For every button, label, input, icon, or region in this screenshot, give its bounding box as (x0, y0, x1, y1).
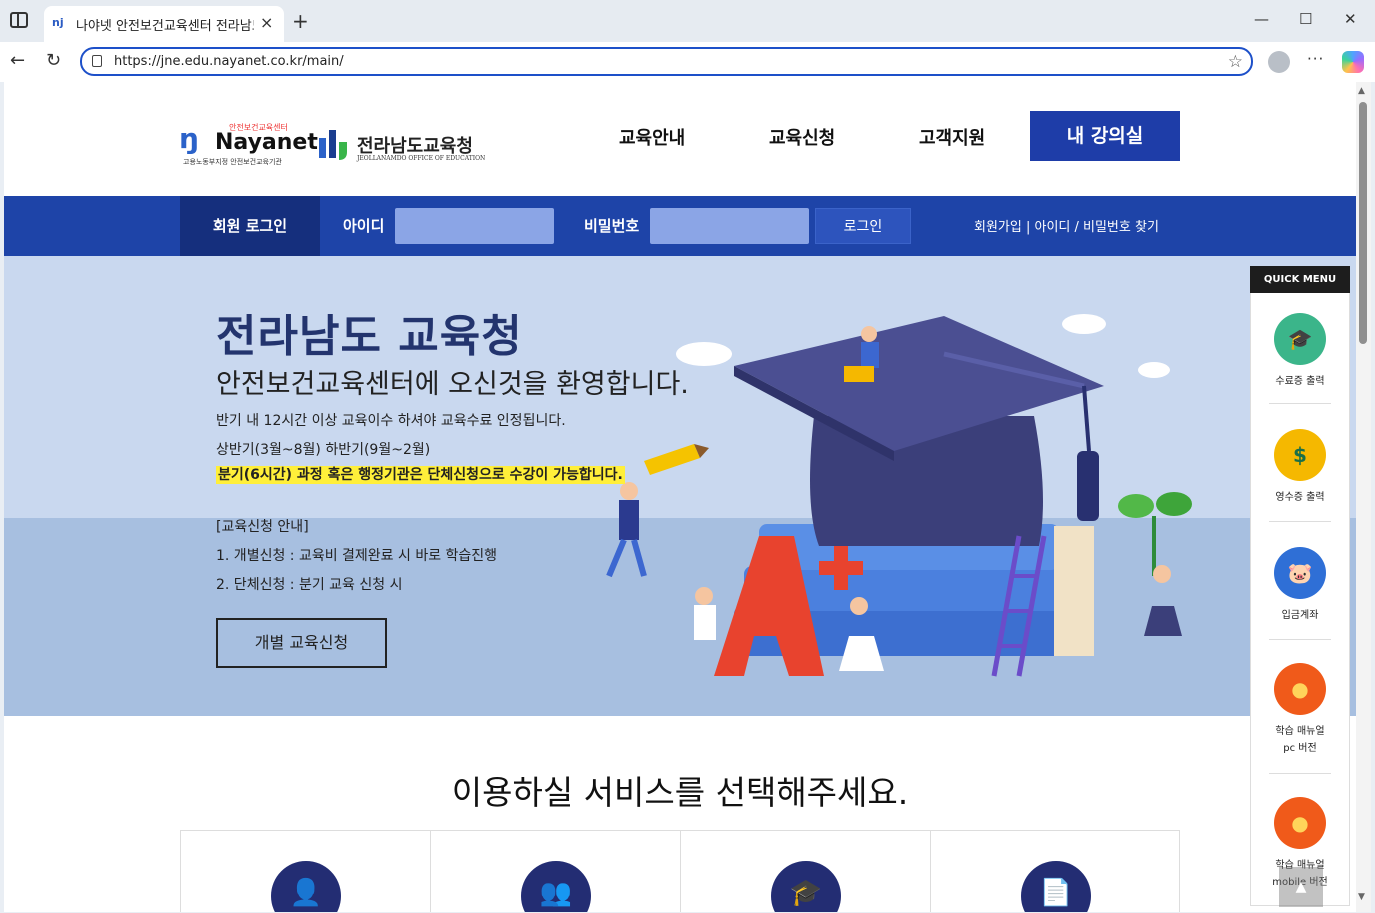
quick-certificate[interactable]: 🎓 수료증 출력 (1251, 313, 1349, 390)
address-bar-row: ← ↻ https://jne.edu.nayanet.co.kr/main/ … (0, 42, 1375, 82)
profile-icon[interactable] (1268, 51, 1290, 73)
site-header: ŋ 안전보건교육센터 Nayanet 고용노동부지정 안전보건교육기관 전라남도… (4, 82, 1356, 196)
minimize-icon[interactable]: — (1254, 10, 1269, 28)
hero-notice-2: 상반기(3월~8월) 하반기(9월~2월) (216, 442, 431, 458)
member-login-tab[interactable]: 회원 로그인 (180, 196, 320, 256)
logo-caption: 고용노동부지정 안전보건교육기관 (183, 158, 282, 166)
tab-title: 나야넷 안전보건교육센터 전라남도 (76, 19, 254, 34)
nav-education-info[interactable]: 교육안내 (619, 124, 685, 150)
quick-separator (1269, 521, 1331, 522)
favicon-icon: nj (52, 16, 64, 29)
quick-manual-pc-label: 학습 매뉴얼 pc 버전 (1275, 726, 1325, 754)
service-section-title: 이용하실 서비스를 선택해주세요. (451, 773, 909, 812)
password-label: 비밀번호 (584, 217, 640, 235)
quick-separator (1269, 403, 1331, 404)
individual-apply-button[interactable]: 개별 교육신청 (216, 618, 387, 668)
nav-education-apply[interactable]: 교육신청 (769, 124, 835, 150)
hero-notice-1: 반기 내 12시간 이상 교육이수 하셔야 교육수료 인정됩니다. (216, 413, 566, 429)
join-find-links[interactable]: 회원가입 | 아이디 / 비밀번호 찾기 (974, 216, 1159, 235)
quick-receipt[interactable]: $ 영수증 출력 (1251, 429, 1349, 506)
quick-account[interactable]: 🐷 입금계좌 (1251, 547, 1349, 624)
service-card-document[interactable]: 📄 (931, 831, 1181, 912)
refresh-icon[interactable]: ↻ (46, 50, 61, 71)
nayanet-logo-mark-icon: ŋ (179, 122, 199, 155)
new-tab-icon[interactable]: + (292, 9, 309, 33)
guide-item-2: 2. 단체신청 : 분기 교육 신청 시 (216, 577, 403, 593)
quick-separator (1269, 773, 1331, 774)
hero-title: 전라남도 교육청 (216, 311, 523, 362)
browser-tabbar: nj 나야넷 안전보건교육센터 전라남도 × + — ☐ ✕ (0, 0, 1375, 42)
scroll-down-icon[interactable]: ▼ (1358, 892, 1365, 902)
chat-bubble-icon: ● (1274, 797, 1326, 849)
scroll-thumb[interactable] (1359, 102, 1367, 344)
page-scrollbar[interactable]: ▲ ▼ (1356, 82, 1371, 912)
service-cards: 👤 👥 🎓 📄 (180, 830, 1180, 912)
login-button[interactable]: 로그인 (815, 208, 911, 244)
quick-menu: QUICK MENU 🎓 수료증 출력 $ 영수증 출력 🐷 입금계좌 ● 학습… (1250, 266, 1350, 907)
hero-highlight: 분기(6시간) 과정 혹은 행정기관은 단체신청으로 수강이 가능합니다. (216, 466, 625, 484)
guide-item-1: 1. 개별신청 : 교육비 결제완료 시 바로 학습진행 (216, 548, 498, 564)
login-bar: 회원 로그인 아이디 비밀번호 로그인 회원가입 | 아이디 / 비밀번호 찾기 (4, 196, 1356, 256)
my-lecture-room-button[interactable]: 내 강의실 (1030, 111, 1180, 161)
nayanet-logo[interactable]: ŋ 안전보건교육센터 Nayanet 고용노동부지정 안전보건교육기관 (179, 110, 318, 170)
scroll-up-icon[interactable]: ▲ (1358, 86, 1365, 96)
scroll-top-button[interactable]: ▲ (1279, 867, 1323, 907)
service-card-education[interactable]: 🎓 (681, 831, 931, 912)
graduation-cap-icon: 🎓 (771, 861, 841, 912)
jne-logo[interactable]: 전라남도교육청 JEOLLANAMDO OFFICE OF EDUCATION (317, 126, 485, 166)
service-card-group[interactable]: 👥 (431, 831, 681, 912)
page-viewport: ŋ 안전보건교육센터 Nayanet 고용노동부지정 안전보건교육기관 전라남도… (4, 82, 1356, 912)
nav-customer-support[interactable]: 고객지원 (919, 124, 985, 150)
chat-bubble-icon: ● (1274, 663, 1326, 715)
maximize-icon[interactable]: ☐ (1299, 10, 1312, 28)
jne-english-name: JEOLLANAMDO OFFICE OF EDUCATION (357, 155, 486, 162)
url-text[interactable]: https://jne.edu.nayanet.co.kr/main/ (114, 54, 344, 69)
person-icon: 👤 (271, 861, 341, 912)
quick-separator (1269, 639, 1331, 640)
hero-banner: 전라남도 교육청 안전보건교육센터에 오신것을 환영합니다. 반기 내 12시간… (4, 256, 1356, 716)
quick-menu-title: QUICK MENU (1250, 266, 1350, 293)
piggy-bank-icon: 🐷 (1274, 547, 1326, 599)
copilot-icon[interactable] (1342, 51, 1364, 73)
receipt-icon: $ (1274, 429, 1326, 481)
window-close-icon[interactable]: ✕ (1344, 10, 1357, 28)
document-icon: 📄 (1021, 861, 1091, 912)
back-icon[interactable]: ← (10, 50, 25, 71)
address-bar[interactable]: https://jne.edu.nayanet.co.kr/main/ ☆ (80, 47, 1253, 76)
quick-account-label: 입금계좌 (1281, 610, 1319, 621)
close-tab-icon[interactable]: × (260, 13, 273, 32)
password-input[interactable] (650, 208, 809, 244)
guide-title: [교육신청 안내] (216, 519, 309, 535)
education-illustration (606, 314, 1192, 677)
hero-subtitle: 안전보건교육센터에 오신것을 환영합니다. (216, 369, 689, 400)
quick-manual-pc[interactable]: ● 학습 매뉴얼 pc 버전 (1251, 663, 1349, 757)
group-icon: 👥 (521, 861, 591, 912)
favorite-star-icon[interactable]: ☆ (1228, 52, 1243, 72)
browser-tab[interactable]: nj 나야넷 안전보건교육센터 전라남도 × (44, 6, 284, 42)
tab-actions-icon[interactable] (10, 12, 28, 28)
service-card-individual[interactable]: 👤 (181, 831, 431, 912)
id-input[interactable] (395, 208, 554, 244)
logo-name: Nayanet (215, 130, 318, 155)
jne-emblem-icon (319, 130, 347, 160)
id-label: 아이디 (343, 217, 385, 235)
quick-receipt-label: 영수증 출력 (1275, 492, 1325, 503)
lock-icon[interactable] (92, 55, 102, 67)
graduation-cap-icon: 🎓 (1274, 313, 1326, 365)
more-menu-icon[interactable]: ··· (1307, 50, 1324, 68)
quick-certificate-label: 수료증 출력 (1275, 376, 1325, 387)
